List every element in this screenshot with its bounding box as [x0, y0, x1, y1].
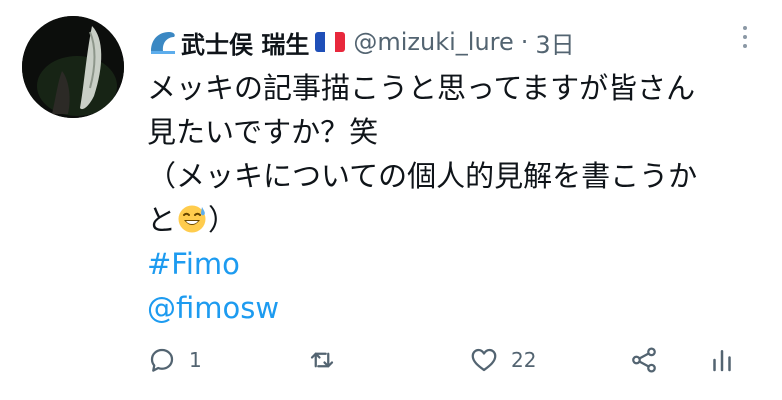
france-flag-icon: [315, 32, 346, 52]
display-name[interactable]: 武士俣 瑞生: [181, 25, 309, 60]
reply-button[interactable]: 1: [147, 340, 202, 380]
tweet-line-3: （メッキについての個人的見解を書こうか: [147, 159, 698, 193]
more-options-icon[interactable]: [742, 26, 748, 48]
share-icon: [632, 347, 656, 373]
tweet-line-1: メッキの記事描こうと思ってますが皆さん: [147, 71, 696, 105]
flag-stripe-blue: [315, 32, 326, 52]
reply-count: 1: [189, 348, 202, 372]
tweet-line-4: と ）: [147, 198, 762, 242]
reply-icon: [150, 348, 174, 372]
tweet-line-4-start: と: [147, 203, 177, 237]
wave-icon: [147, 27, 177, 57]
hashtag-link[interactable]: #Fimo: [147, 242, 762, 286]
action-bar: 1 22: [147, 340, 747, 380]
grinning-sweat-emoji-icon: [177, 202, 207, 233]
flag-stripe-red: [335, 32, 346, 52]
retweet-button[interactable]: [307, 340, 349, 380]
heart-icon: [471, 348, 497, 372]
analytics-icon: [713, 350, 731, 372]
like-button[interactable]: 22: [469, 340, 536, 380]
user-handle[interactable]: @mizuki_lure: [353, 28, 513, 56]
mention-link[interactable]: @fimosw: [147, 286, 762, 330]
timestamp[interactable]: 3日: [535, 25, 574, 60]
avatar[interactable]: [22, 16, 124, 118]
tweet-header: 武士俣 瑞生 @mizuki_lure · 3日: [147, 22, 742, 62]
separator-dot: ·: [520, 28, 529, 56]
tweet-text: メッキの記事描こうと思ってますが皆さん 見たいですか？笑 （メッキについての個人…: [147, 66, 762, 330]
flag-stripe-white: [325, 32, 336, 52]
tweet-line-2: 見たいですか？笑: [147, 115, 379, 149]
analytics-button[interactable]: [707, 340, 737, 380]
retweet-icon: [310, 352, 334, 368]
share-button[interactable]: [629, 340, 659, 380]
tweet-line-4-end: ）: [208, 203, 238, 237]
like-count: 22: [511, 348, 537, 372]
